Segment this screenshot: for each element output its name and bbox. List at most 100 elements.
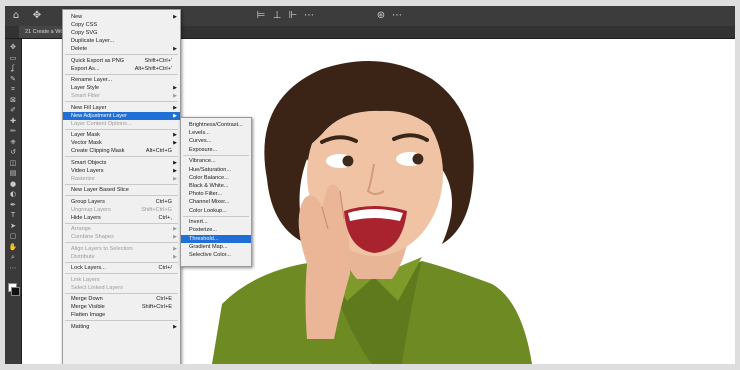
- home-icon[interactable]: ⌂: [10, 10, 22, 22]
- blur-tool-icon[interactable]: ●: [8, 180, 18, 188]
- menu-separator: [65, 195, 178, 196]
- menu-item[interactable]: Exposure...: [181, 146, 251, 154]
- menu-item[interactable]: Channel Mixer...: [181, 198, 251, 206]
- photoshop-window: ⌂ ✥ ⊨ ⊥ ⊩ ⋯ ⊛ ⋯ 21 Create a Woman... ✥ ▭ ʆ…: [5, 6, 735, 364]
- menu-item[interactable]: Black & White...: [181, 182, 251, 190]
- menu-item[interactable]: Merge Down Ctrl+E: [63, 295, 180, 303]
- quick-select-tool-icon[interactable]: ✎: [8, 75, 18, 83]
- menu-item[interactable]: Color Lookup...: [181, 207, 251, 215]
- menu-item[interactable]: Threshold...: [181, 234, 251, 243]
- menu-item-label: Group Layers: [71, 198, 105, 205]
- menu-item[interactable]: Duplicate Layer...: [63, 37, 180, 45]
- menu-item-label: Exposure...: [189, 146, 218, 153]
- brush-tool-icon[interactable]: ✏: [8, 127, 18, 135]
- menu-item[interactable]: Gradient Map...: [181, 243, 251, 251]
- menu-item: Rasterize ▶: [63, 175, 180, 183]
- stamp-tool-icon[interactable]: ⎈: [8, 138, 18, 146]
- menu-item-shortcut: Alt+Shift+Ctrl+': [134, 65, 172, 72]
- menu-separator: [65, 73, 178, 75]
- distribute-icon[interactable]: ⋯: [303, 10, 315, 22]
- menu-item[interactable]: Selective Color...: [181, 251, 251, 259]
- menu-item[interactable]: Flatten Image: [63, 311, 180, 319]
- crop-tool-icon[interactable]: ⌗: [8, 85, 18, 93]
- menu-item-label: Merge Visible: [71, 304, 105, 310]
- lasso-tool-icon[interactable]: ʆ: [8, 64, 18, 72]
- menu-item[interactable]: Create Clipping Mask Alt+Ctrl+G: [63, 147, 180, 155]
- menu-separator: [65, 292, 178, 294]
- submenu-arrow-icon: ▶: [173, 85, 177, 91]
- menu-item[interactable]: Photo Filter...: [181, 190, 251, 198]
- submenu-arrow-icon: ▶: [173, 234, 177, 240]
- eyedropper-tool-icon[interactable]: ✐: [8, 106, 18, 114]
- move-tool-icon[interactable]: ✥: [8, 43, 18, 51]
- menu-item[interactable]: Hue/Saturation...: [181, 166, 251, 174]
- background-color-swatch[interactable]: [11, 287, 20, 296]
- more-tools-icon[interactable]: ⋯: [8, 264, 18, 272]
- healing-tool-icon[interactable]: ✚: [8, 117, 18, 125]
- menu-item[interactable]: Invert...: [181, 218, 251, 226]
- menu-item-label: Gradient Map...: [189, 243, 228, 250]
- menu-item[interactable]: Layer Mask ▶: [63, 131, 180, 139]
- history-brush-tool-icon[interactable]: ↺: [8, 148, 18, 156]
- menu-item[interactable]: Color Balance...: [181, 174, 251, 182]
- menu-separator: [65, 54, 178, 55]
- menu-item[interactable]: New Layer Based Slice: [63, 186, 180, 194]
- dodge-tool-icon[interactable]: ◐: [8, 190, 18, 198]
- menu-item[interactable]: Delete ▶: [63, 45, 180, 53]
- menu-item[interactable]: Rename Layer...: [63, 76, 180, 84]
- menu-item[interactable]: Hide Layers Ctrl+,: [63, 214, 180, 222]
- menu-item[interactable]: Matting ▶: [63, 323, 180, 331]
- menu-item[interactable]: Brightness/Contrast...: [181, 121, 251, 129]
- menu-item[interactable]: Levels...: [181, 129, 251, 137]
- 3d-mode-icon[interactable]: ⊛: [375, 10, 387, 22]
- menu-item[interactable]: Vibrance...: [181, 157, 251, 165]
- menu-item[interactable]: Curves...: [181, 137, 251, 145]
- menu-item[interactable]: Copy SVG: [63, 29, 180, 37]
- new-adjustment-layer-submenu: Brightness/Contrast... Levels... Curves...…: [180, 117, 252, 267]
- menu-item-label: Delete: [71, 46, 88, 52]
- menu-item: Layer Content Options...: [63, 120, 180, 128]
- menu-item: Combine Shapes ▶: [63, 233, 180, 241]
- zoom-tool-icon[interactable]: ⌕: [8, 253, 18, 261]
- type-tool-icon[interactable]: T: [8, 211, 18, 219]
- shape-tool-icon[interactable]: ▢: [8, 232, 18, 240]
- menu-item[interactable]: Merge Visible Shift+Ctrl+E: [63, 303, 180, 311]
- submenu-arrow-icon: ▶: [173, 226, 177, 232]
- gradient-tool-icon[interactable]: ▤: [8, 169, 18, 177]
- menu-item[interactable]: Copy CSS: [63, 21, 180, 29]
- menu-item[interactable]: New Adjustment Layer ▶: [63, 111, 180, 120]
- menu-item-shortcut: Alt+Ctrl+G: [145, 148, 172, 154]
- menu-item[interactable]: Lock Layers... Ctrl+/: [63, 264, 180, 272]
- menu-item[interactable]: Export As... Alt+Shift+Ctrl+': [63, 65, 180, 73]
- menu-item-label: Brightness/Contrast...: [189, 122, 243, 128]
- menu-item-label: Create Clipping Mask: [71, 148, 125, 154]
- align-left-icon[interactable]: ⊨: [255, 10, 267, 22]
- menu-item[interactable]: New ▶: [63, 13, 180, 21]
- menu-item: Link Layers: [63, 276, 180, 284]
- menu-item: Arrange ▶: [63, 225, 180, 233]
- path-select-tool-icon[interactable]: ➤: [8, 222, 18, 230]
- menu-item[interactable]: Group Layers Ctrl+G: [63, 198, 180, 206]
- tools-panel: ✥ ▭ ʆ ✎ ⌗ ⊠ ✐ ✚ ✏ ⎈ ↺ ◫ ▤ ● ◐ ✒ T ➤ ▢ ✋ ⌕ ⋯: [5, 39, 22, 364]
- move-icon[interactable]: ✥: [31, 10, 43, 22]
- frame-tool-icon[interactable]: ⊠: [8, 96, 18, 104]
- align-right-icon[interactable]: ⊩: [287, 10, 299, 22]
- marquee-tool-icon[interactable]: ▭: [8, 54, 18, 62]
- hand-tool-icon[interactable]: ✋: [8, 243, 18, 251]
- eraser-tool-icon[interactable]: ◫: [8, 159, 18, 167]
- align-center-icon[interactable]: ⊥: [271, 10, 283, 22]
- menu-item-label: Quick Export as PNG: [71, 57, 125, 64]
- more-icon[interactable]: ⋯: [391, 10, 403, 22]
- menu-item[interactable]: Smart Objects ▶: [63, 159, 180, 167]
- menu-separator: [65, 183, 178, 185]
- pen-tool-icon[interactable]: ✒: [8, 201, 18, 209]
- menu-item[interactable]: Layer Style ▶: [63, 84, 180, 92]
- menu-item-shortcut: Shift+Ctrl+E: [141, 304, 172, 310]
- menu-item[interactable]: New Fill Layer ▶: [63, 104, 180, 112]
- menu-item[interactable]: Posterize...: [181, 226, 251, 234]
- menu-item-shortcut: Ctrl+G: [155, 198, 172, 205]
- menu-item[interactable]: Vector Mask ▶: [63, 139, 180, 147]
- menu-item[interactable]: Video Layers ▶: [63, 167, 180, 175]
- menu-item[interactable]: Quick Export as PNG Shift+Ctrl+': [63, 57, 180, 65]
- menu-item-label: New: [71, 14, 83, 20]
